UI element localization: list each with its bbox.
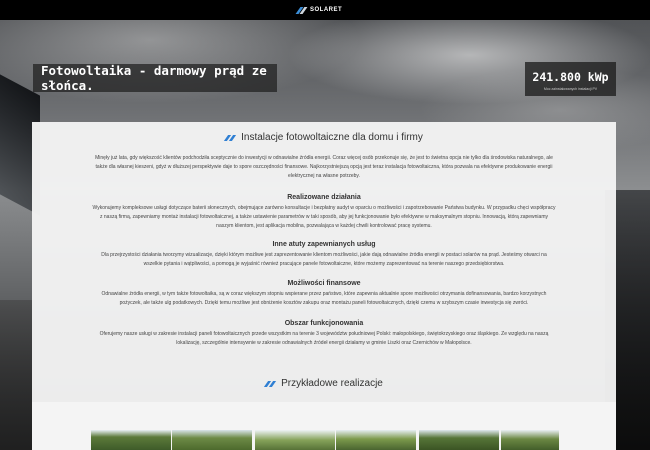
examples-heading-text: Przykładowe realizacje: [281, 378, 383, 389]
content-card: Instalacje fotowoltaiczne dla domu i fir…: [32, 122, 616, 402]
section-text-actions: Wykonujemy kompleksowe usługi dotyczące …: [92, 205, 556, 229]
section-text-area: Oferujemy nasze usługi w zakresie instal…: [99, 331, 549, 346]
examples-heading: Przykładowe realizacje: [32, 378, 616, 389]
installed-power-caption: Moc zainstalowanych instalacji PV: [543, 87, 598, 91]
logo-text: SOLARET: [310, 7, 343, 13]
section-title-area: Obszar funkcjonowania: [284, 320, 364, 327]
main-heading: Instalacje fotowoltaiczne dla domu i fir…: [32, 132, 616, 143]
installed-power-value: 241.800 kWp: [532, 70, 609, 84]
main-heading-text: Instalacje fotowoltaiczne dla domu i fir…: [241, 132, 423, 143]
section-title-financing: Możliwości finansowe: [287, 280, 361, 287]
realization-thumbnail-4[interactable]: [336, 430, 416, 450]
intro-paragraph: Minęły już lata, gdy większość klientów …: [95, 155, 553, 179]
installed-power-box: 241.800 kWp Moc zainstalowanych instalac…: [525, 62, 616, 96]
heading-stripes-icon: [224, 134, 237, 141]
realization-thumbnail-1[interactable]: [91, 430, 171, 450]
realization-thumbnail-6[interactable]: [501, 430, 559, 450]
section-title-actions: Realizowane działania: [287, 194, 361, 201]
realization-thumbnail-2[interactable]: [172, 430, 252, 450]
realization-thumbnail-3[interactable]: [255, 430, 335, 450]
realization-thumbnail-5[interactable]: [419, 430, 499, 450]
logo-stripes-icon: [295, 7, 308, 14]
section-text-advantages: Dla przejrzystości działania tworzymy wi…: [101, 252, 547, 267]
trees-silhouette: [0, 300, 35, 450]
hero-title: Fotowoltaika - darmowy prąd ze słońca.: [33, 63, 277, 93]
heading-stripes-icon: [264, 380, 277, 387]
top-bar: SOLARET: [0, 0, 650, 20]
section-title-advantages: Inne atuty zapewnianych usług: [272, 241, 376, 248]
section-text-financing: Odnawialne źródła energii, w tym także f…: [101, 291, 547, 306]
site-logo[interactable]: SOLARET: [295, 5, 343, 15]
